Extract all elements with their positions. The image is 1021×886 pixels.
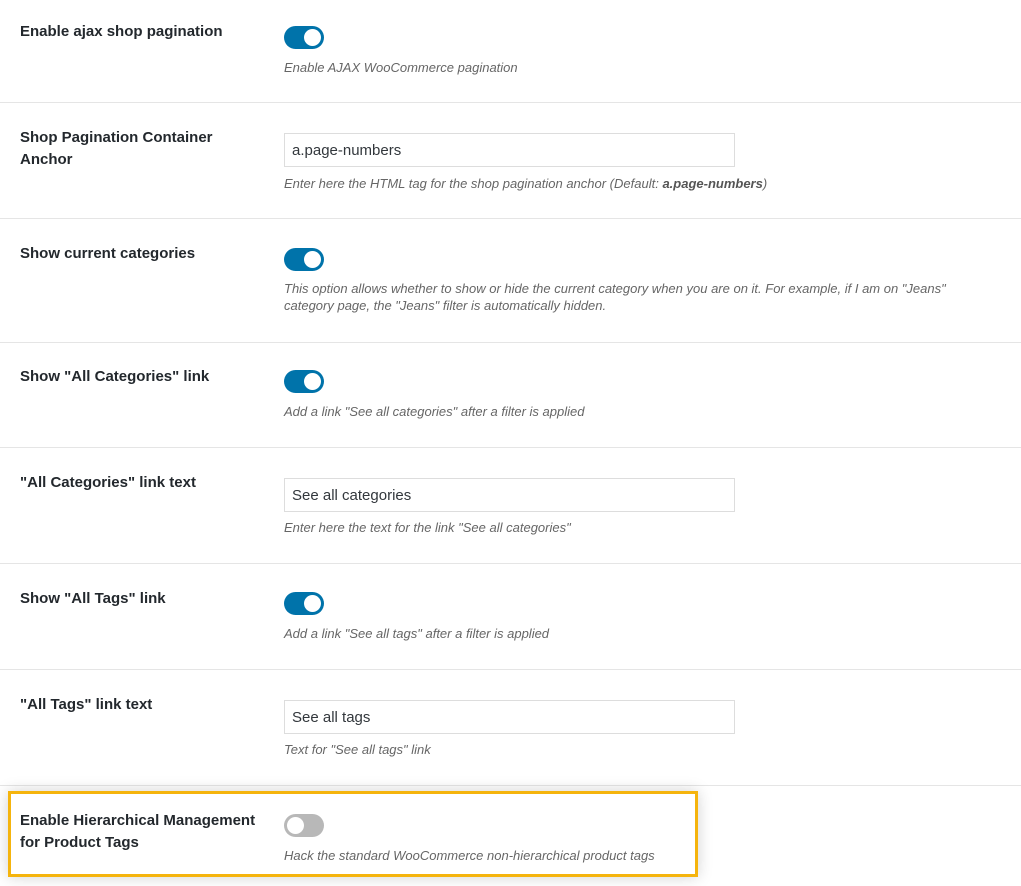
all-categories-link-toggle[interactable] xyxy=(284,370,324,393)
setting-label: Shop Pagination Container Anchor xyxy=(20,129,213,168)
setting-description: Add a link "See all tags" after a filter… xyxy=(284,626,550,641)
setting-label: Enable ajax shop pagination xyxy=(20,23,223,40)
setting-description: Enter here the HTML tag for the shop pag… xyxy=(284,175,984,192)
setting-description: Enter here the text for the link "See al… xyxy=(284,520,571,535)
setting-row-all-categories-text: "All Categories" link text Enter here th… xyxy=(0,448,1021,564)
setting-label: Show current categories xyxy=(20,245,196,262)
setting-description: Enable AJAX WooCommerce pagination xyxy=(284,60,518,75)
pagination-anchor-input[interactable] xyxy=(284,133,735,167)
default-value: a.page-numbers xyxy=(662,176,763,191)
setting-row-ajax-pagination: Enable ajax shop pagination Enable AJAX … xyxy=(0,0,1021,103)
setting-label: Show "All Categories" link xyxy=(20,368,210,385)
setting-description: This option allows whether to show or hi… xyxy=(284,281,946,313)
all-tags-text-input[interactable] xyxy=(284,700,735,734)
setting-row-all-tags-text: "All Tags" link text Text for "See all t… xyxy=(0,670,1021,786)
setting-row-pagination-anchor: Shop Pagination Container Anchor Enter h… xyxy=(0,103,1021,219)
all-categories-text-input[interactable] xyxy=(284,478,735,512)
description-text: Enter here the HTML tag for the shop pag… xyxy=(284,176,663,191)
ajax-pagination-toggle[interactable] xyxy=(284,26,324,49)
setting-description: Text for "See all tags" link xyxy=(284,742,431,757)
toggle-knob xyxy=(304,373,321,390)
settings-table: Enable ajax shop pagination Enable AJAX … xyxy=(0,0,1021,886)
toggle-knob xyxy=(304,251,321,268)
current-categories-toggle[interactable] xyxy=(284,248,324,271)
setting-description: Add a link "See all categories" after a … xyxy=(284,404,585,419)
toggle-knob xyxy=(304,29,321,46)
setting-label: "All Categories" link text xyxy=(20,474,196,491)
setting-row-all-categories-link: Show "All Categories" link Add a link "S… xyxy=(0,343,1021,448)
description-text: ) xyxy=(762,176,768,191)
setting-label: Show "All Tags" link xyxy=(20,590,166,607)
setting-row-all-tags-link: Show "All Tags" link Add a link "See all… xyxy=(0,564,1021,670)
highlight-box xyxy=(8,791,698,877)
setting-label: "All Tags" link text xyxy=(20,696,153,713)
all-tags-link-toggle[interactable] xyxy=(284,592,324,615)
toggle-knob xyxy=(304,595,321,612)
setting-row-current-categories: Show current categories This option allo… xyxy=(0,219,1021,343)
